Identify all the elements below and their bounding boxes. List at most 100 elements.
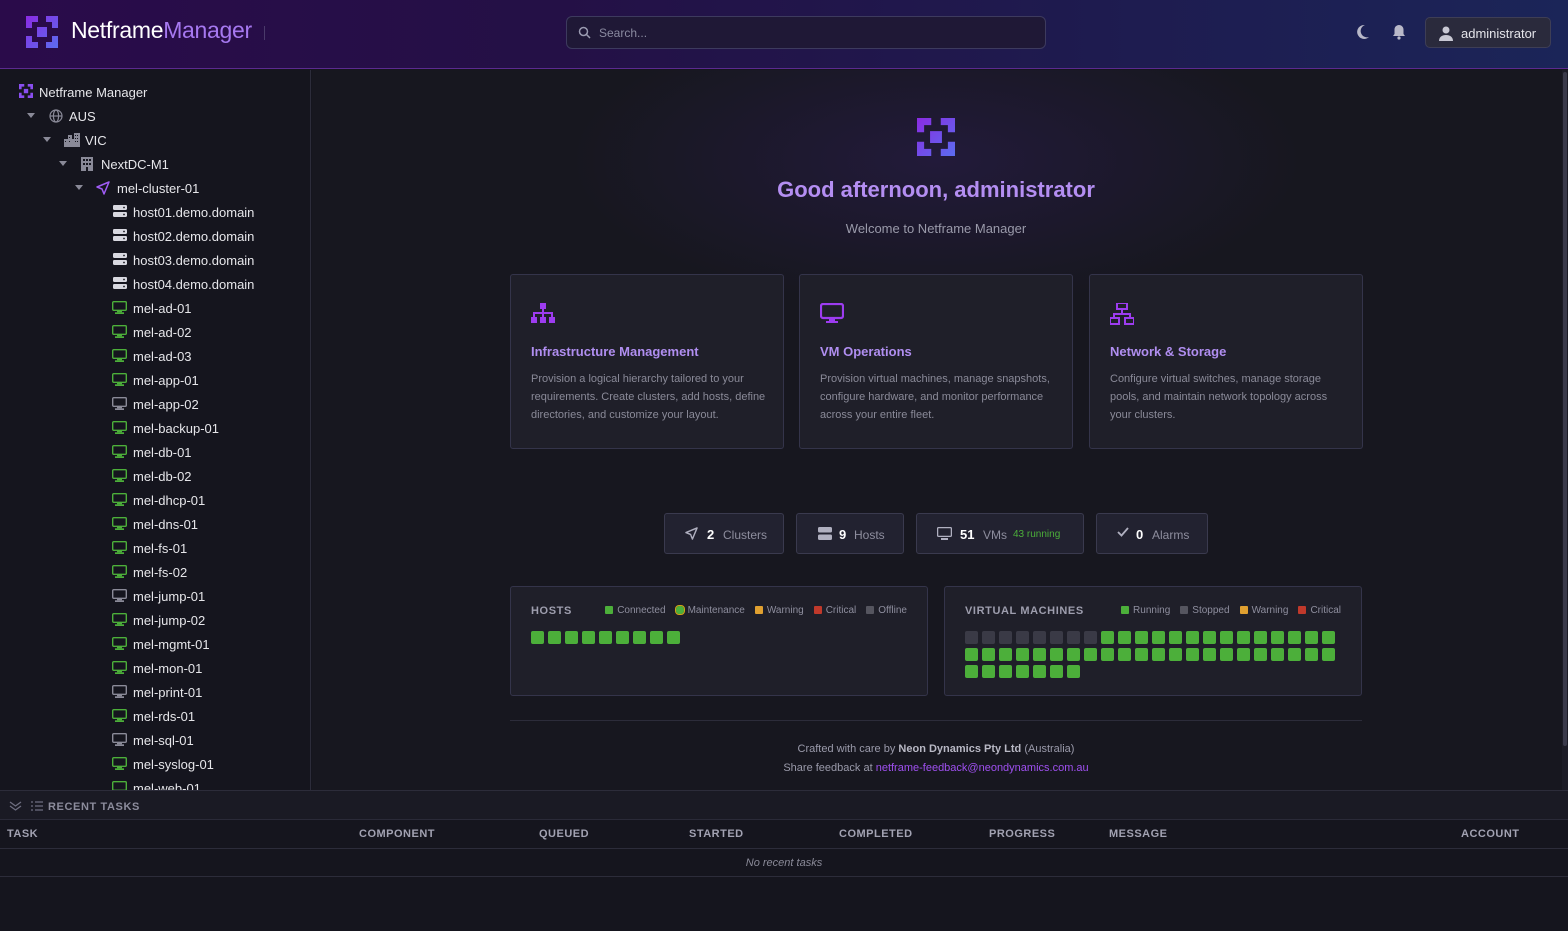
vm-status-cell-running[interactable] [1118, 648, 1131, 661]
column-header[interactable]: STARTED [689, 828, 744, 840]
vm-status-cell-running[interactable] [1152, 631, 1165, 644]
tree-node-vm[interactable]: mel-jump-02 [0, 608, 310, 632]
vm-status-cell-running[interactable] [965, 665, 978, 678]
tree-node-state[interactable]: VIC [0, 128, 310, 152]
caret-down-icon[interactable] [43, 137, 51, 142]
column-header[interactable]: COMPONENT [359, 828, 435, 840]
host-status-cell[interactable] [633, 631, 646, 644]
vm-status-cell-running[interactable] [1322, 648, 1335, 661]
tree-node-region[interactable]: AUS [0, 104, 310, 128]
vm-status-cell-running[interactable] [1186, 648, 1199, 661]
vm-status-cell-running[interactable] [1135, 648, 1148, 661]
main-scrollbar[interactable] [1562, 70, 1568, 790]
vm-status-cell-running[interactable] [1118, 631, 1131, 644]
vm-status-cell-running[interactable] [1271, 631, 1284, 644]
vm-status-cell-stopped[interactable] [1016, 631, 1029, 644]
vm-status-cell-running[interactable] [1067, 665, 1080, 678]
tree-node-vm[interactable]: mel-fs-01 [0, 536, 310, 560]
tree-node-vm[interactable]: mel-ad-01 [0, 296, 310, 320]
column-header[interactable]: QUEUED [539, 828, 589, 840]
tree-node-vm[interactable]: mel-ad-03 [0, 344, 310, 368]
vm-status-cell-running[interactable] [1016, 648, 1029, 661]
vm-status-cell-running[interactable] [1186, 631, 1199, 644]
tree-node-host[interactable]: host01.demo.domain [0, 200, 310, 224]
moon-icon[interactable] [1356, 24, 1370, 40]
vm-status-cell-running[interactable] [1305, 648, 1318, 661]
vm-status-cell-running[interactable] [1033, 665, 1046, 678]
caret-down-icon[interactable] [27, 113, 35, 118]
tree-node-vm[interactable]: mel-web-01 [0, 776, 310, 790]
scrollbar-thumb[interactable] [1563, 72, 1567, 746]
host-status-cell[interactable] [548, 631, 561, 644]
vm-status-cell-stopped[interactable] [999, 631, 1012, 644]
vm-status-cell-stopped[interactable] [1050, 631, 1063, 644]
host-status-cell[interactable] [531, 631, 544, 644]
vm-status-cell-running[interactable] [1050, 648, 1063, 661]
vm-status-cell-running[interactable] [1271, 648, 1284, 661]
feedback-email-link[interactable]: netframe-feedback@neondynamics.com.au [876, 762, 1089, 774]
vm-status-cell-stopped[interactable] [1084, 631, 1097, 644]
vm-status-cell-running[interactable] [999, 648, 1012, 661]
vm-status-cell-running[interactable] [1220, 648, 1233, 661]
tree-node-vm[interactable]: mel-dhcp-01 [0, 488, 310, 512]
vm-status-cell-running[interactable] [1067, 648, 1080, 661]
vm-status-cell-running[interactable] [1016, 665, 1029, 678]
card-infrastructure[interactable]: Infrastructure Management Provision a lo… [510, 274, 784, 449]
tree-node-vm[interactable]: mel-rds-01 [0, 704, 310, 728]
tree-node-vm[interactable]: mel-mon-01 [0, 656, 310, 680]
vm-status-cell-running[interactable] [999, 665, 1012, 678]
host-status-cell[interactable] [582, 631, 595, 644]
host-status-cell[interactable] [650, 631, 663, 644]
vm-status-cell-stopped[interactable] [982, 631, 995, 644]
vm-status-cell-running[interactable] [1288, 631, 1301, 644]
tree-node-vm[interactable]: mel-print-01 [0, 680, 310, 704]
tree-node-vm[interactable]: mel-syslog-01 [0, 752, 310, 776]
vm-status-cell-running[interactable] [1050, 665, 1063, 678]
vm-status-cell-running[interactable] [1254, 631, 1267, 644]
stat-hosts[interactable]: 9 Hosts [796, 513, 904, 554]
host-status-cell[interactable] [667, 631, 680, 644]
vm-status-cell-running[interactable] [982, 665, 995, 678]
vm-status-cell-running[interactable] [1203, 648, 1216, 661]
host-status-cell[interactable] [565, 631, 578, 644]
column-header[interactable]: COMPLETED [839, 828, 913, 840]
stat-alarms[interactable]: 0 Alarms [1096, 513, 1208, 554]
tree-node-vm[interactable]: mel-db-02 [0, 464, 310, 488]
vm-status-cell-running[interactable] [1322, 631, 1335, 644]
tree-node-vm[interactable]: mel-sql-01 [0, 728, 310, 752]
vm-status-cell-running[interactable] [1203, 631, 1216, 644]
tree-root[interactable]: Netframe Manager [0, 80, 310, 104]
vm-status-cell-stopped[interactable] [1067, 631, 1080, 644]
tree-node-vm[interactable]: mel-app-02 [0, 392, 310, 416]
vm-status-cell-running[interactable] [1237, 648, 1250, 661]
vm-status-cell-running[interactable] [1305, 631, 1318, 644]
tree-node-vm[interactable]: mel-jump-01 [0, 584, 310, 608]
vm-status-cell-running[interactable] [1288, 648, 1301, 661]
tree-node-cluster[interactable]: mel-cluster-01 [0, 176, 310, 200]
column-header[interactable]: TASK [7, 828, 38, 840]
vm-status-cell-running[interactable] [1169, 648, 1182, 661]
tree-node-vm[interactable]: mel-ad-02 [0, 320, 310, 344]
vm-status-cell-stopped[interactable] [1033, 631, 1046, 644]
tree-node-vm[interactable]: mel-backup-01 [0, 416, 310, 440]
vm-status-cell-running[interactable] [1169, 631, 1182, 644]
brand-title[interactable]: NetframeManager [71, 17, 252, 44]
caret-down-icon[interactable] [75, 185, 83, 190]
search-input[interactable] [599, 17, 1039, 48]
vm-status-cell-running[interactable] [1084, 648, 1097, 661]
column-header[interactable]: ACCOUNT [1461, 828, 1520, 840]
search-box[interactable] [566, 16, 1046, 49]
stat-vms[interactable]: 51 VMs 43 running [916, 513, 1084, 554]
column-header[interactable]: PROGRESS [989, 828, 1055, 840]
tree-node-vm[interactable]: mel-db-01 [0, 440, 310, 464]
host-status-cell[interactable] [616, 631, 629, 644]
host-status-cell[interactable] [599, 631, 612, 644]
vm-status-cell-running[interactable] [1254, 648, 1267, 661]
tree-node-vm[interactable]: mel-mgmt-01 [0, 632, 310, 656]
vm-status-cell-stopped[interactable] [965, 631, 978, 644]
bell-icon[interactable] [1392, 24, 1406, 40]
stat-clusters[interactable]: 2 Clusters [664, 513, 784, 554]
tree-node-vm[interactable]: mel-app-01 [0, 368, 310, 392]
tree-node-vm[interactable]: mel-dns-01 [0, 512, 310, 536]
vm-status-cell-running[interactable] [1135, 631, 1148, 644]
